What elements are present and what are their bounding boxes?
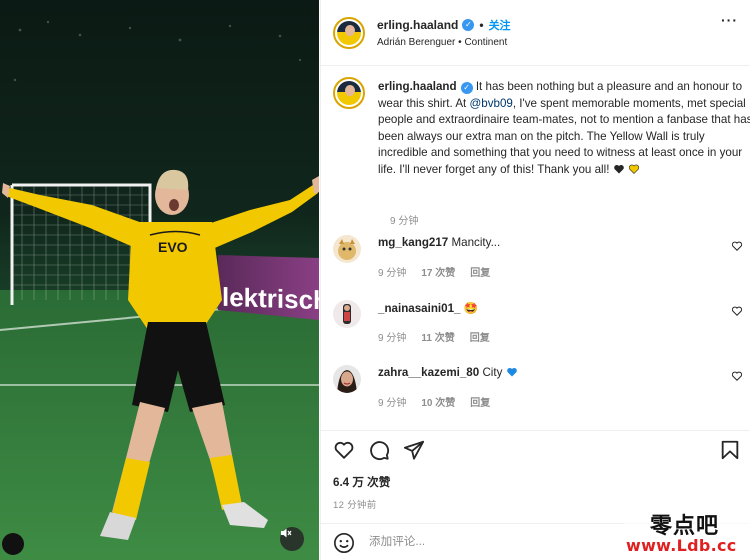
- comments-section[interactable]: erling.haaland ✓ It has been nothing but …: [321, 67, 750, 430]
- comment-time: 9 分钟: [378, 398, 407, 409]
- verified-badge-icon: ✓: [460, 82, 473, 94]
- comment-like-icon[interactable]: [731, 240, 743, 252]
- likes-count[interactable]: 6.4 万 次赞: [333, 474, 390, 490]
- commenter-avatar[interactable]: [333, 300, 361, 328]
- comment-like-icon[interactable]: [731, 370, 743, 382]
- comment-text: zahra__kazemi_80 City: [378, 366, 518, 379]
- reply-button[interactable]: 回复: [470, 394, 490, 409]
- star-eyes-emoji: 🤩: [463, 302, 479, 315]
- post-time: 12 分钟前: [333, 500, 377, 511]
- reply-button[interactable]: 回复: [470, 329, 490, 344]
- follow-button[interactable]: 关注: [489, 17, 511, 33]
- media-corner-indicator: [2, 533, 24, 555]
- commenter-avatar[interactable]: [333, 365, 361, 393]
- comment-text: _nainasaini01_ 🤩: [378, 301, 478, 315]
- commenter-avatar[interactable]: [333, 235, 361, 263]
- watermark: 零点吧 www.Ldb.cc: [624, 508, 750, 560]
- post-subtitle[interactable]: Adrián Berenguer • Continent: [377, 37, 511, 48]
- comment-username[interactable]: mg_kang217: [378, 236, 448, 249]
- black-heart-icon: [613, 164, 624, 173]
- caption-username[interactable]: erling.haaland: [378, 80, 457, 93]
- comment-meta: 9 分钟 17 次赞 回复: [378, 264, 490, 279]
- caption-text: erling.haaland ✓ It has been nothing but …: [378, 79, 750, 178]
- comment-item: mg_kang217 Mancity... 9 分钟 17 次赞 回复: [333, 235, 743, 295]
- caption-avatar[interactable]: [333, 77, 365, 109]
- blue-heart-icon: [506, 367, 517, 377]
- comment-message: City: [482, 366, 503, 379]
- author-avatar[interactable]: [333, 16, 365, 49]
- media-illustration: lektrische EVO: [0, 20, 319, 560]
- watermark-url: www.Ldb.cc: [626, 536, 737, 555]
- comment-username[interactable]: zahra__kazemi_80: [378, 366, 479, 379]
- comment-likes[interactable]: 10 次赞: [421, 394, 455, 409]
- emoji-icon[interactable]: [333, 532, 355, 554]
- bookmark-icon[interactable]: [719, 439, 741, 461]
- verified-badge-icon: ✓: [462, 19, 475, 31]
- comment-input[interactable]: [369, 535, 619, 548]
- author-username[interactable]: erling.haaland: [377, 18, 458, 32]
- yellow-heart-icon: [628, 164, 639, 174]
- comment-meta: 9 分钟 10 次赞 回复: [378, 394, 490, 409]
- comment-username[interactable]: _nainasaini01_: [378, 302, 461, 315]
- comment-text: mg_kang217 Mancity...: [378, 236, 500, 249]
- comment-like-icon[interactable]: [731, 305, 743, 317]
- comment-message: Mancity...: [451, 236, 501, 249]
- shirt-text: EVO: [158, 239, 188, 255]
- comment-likes[interactable]: 17 次赞: [421, 264, 455, 279]
- caption-time: 9 分钟: [390, 216, 419, 227]
- comment-item: zahra__kazemi_80 City 9 分钟 10 次赞 回复: [333, 365, 743, 425]
- comment-item: _nainasaini01_ 🤩 9 分钟 11 次赞 回复: [333, 300, 743, 360]
- mute-icon: [281, 528, 292, 538]
- post-header: erling.haaland ✓ • 关注 Adrián Berenguer •…: [321, 0, 750, 66]
- reply-button[interactable]: 回复: [470, 264, 490, 279]
- comment-time: 9 分钟: [378, 268, 407, 279]
- like-heart-icon[interactable]: [333, 439, 355, 461]
- post-media[interactable]: lektrische EVO: [0, 0, 319, 560]
- share-send-icon[interactable]: [403, 439, 425, 461]
- comment-meta: 9 分钟 11 次赞 回复: [378, 329, 490, 344]
- mention-link[interactable]: @bvb09: [470, 97, 513, 110]
- comment-time: 9 分钟: [378, 333, 407, 344]
- separator-dot: •: [479, 18, 484, 32]
- post-panel: erling.haaland ✓ • 关注 Adrián Berenguer •…: [320, 0, 750, 560]
- comment-likes[interactable]: 11 次赞: [421, 329, 454, 344]
- banner-text: lektrische: [222, 282, 319, 316]
- more-options-icon[interactable]: ···: [721, 12, 738, 28]
- comment-bubble-icon[interactable]: [368, 439, 390, 461]
- mute-toggle[interactable]: [280, 527, 304, 551]
